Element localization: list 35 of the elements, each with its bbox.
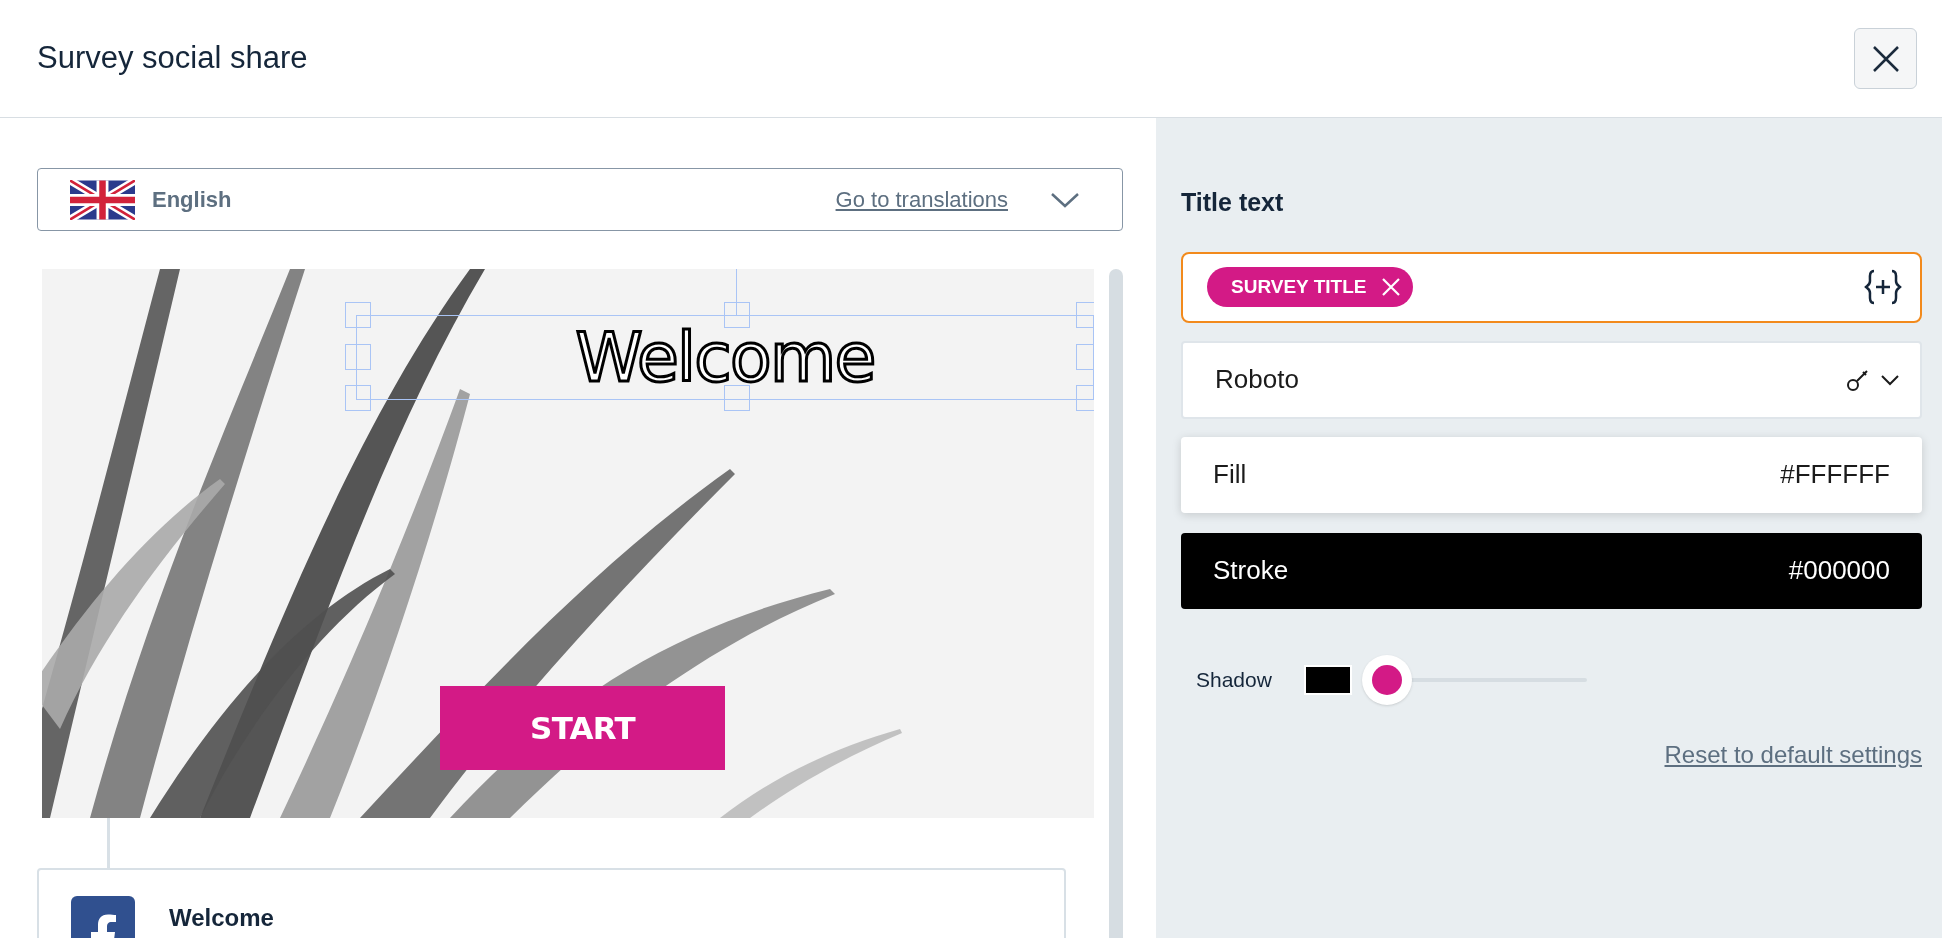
fill-label: Fill: [1213, 458, 1247, 491]
variable-insert-icon[interactable]: [1864, 269, 1902, 305]
start-button[interactable]: START: [440, 686, 725, 770]
resize-handle[interactable]: [724, 385, 750, 411]
fill-value: #FFFFFF: [1780, 458, 1890, 491]
font-select[interactable]: Roboto: [1181, 340, 1922, 419]
stroke-value: #000000: [1788, 554, 1890, 587]
fill-color-row[interactable]: Fill #FFFFFF: [1181, 436, 1922, 513]
slider-thumb[interactable]: [1362, 654, 1413, 705]
language-label: English: [152, 186, 232, 214]
font-value: Roboto: [1215, 363, 1299, 396]
close-icon[interactable]: [1380, 277, 1401, 297]
resize-handle[interactable]: [345, 385, 371, 411]
scrollbar[interactable]: [1109, 269, 1123, 938]
close-button[interactable]: [1854, 28, 1917, 89]
resize-handle[interactable]: [345, 344, 371, 370]
share-card-title: Welcome: [169, 903, 274, 933]
chevron-down-icon: [1880, 373, 1900, 386]
stroke-color-row[interactable]: Stroke #000000: [1181, 532, 1922, 609]
title-input-field[interactable]: SURVEY TITLE: [1181, 251, 1922, 323]
close-icon: [1870, 43, 1901, 74]
flag-icon: [70, 179, 135, 220]
shadow-label: Shadow: [1196, 666, 1272, 693]
reset-link[interactable]: Reset to default settings: [1664, 736, 1922, 773]
stroke-label: Stroke: [1213, 554, 1289, 587]
shadow-color-swatch[interactable]: [1303, 664, 1352, 695]
resize-handle[interactable]: [724, 302, 750, 328]
dialog-title: Survey social share: [37, 39, 308, 78]
section-heading: Title text: [1181, 187, 1285, 218]
translations-link[interactable]: Go to translations: [835, 183, 1008, 216]
resize-handle[interactable]: [345, 302, 371, 328]
key-icon: [1846, 367, 1870, 392]
chevron-down-icon: [1050, 190, 1080, 209]
language-selector[interactable]: English Go to translations: [37, 168, 1123, 231]
tag-label: SURVEY TITLE: [1231, 274, 1367, 299]
